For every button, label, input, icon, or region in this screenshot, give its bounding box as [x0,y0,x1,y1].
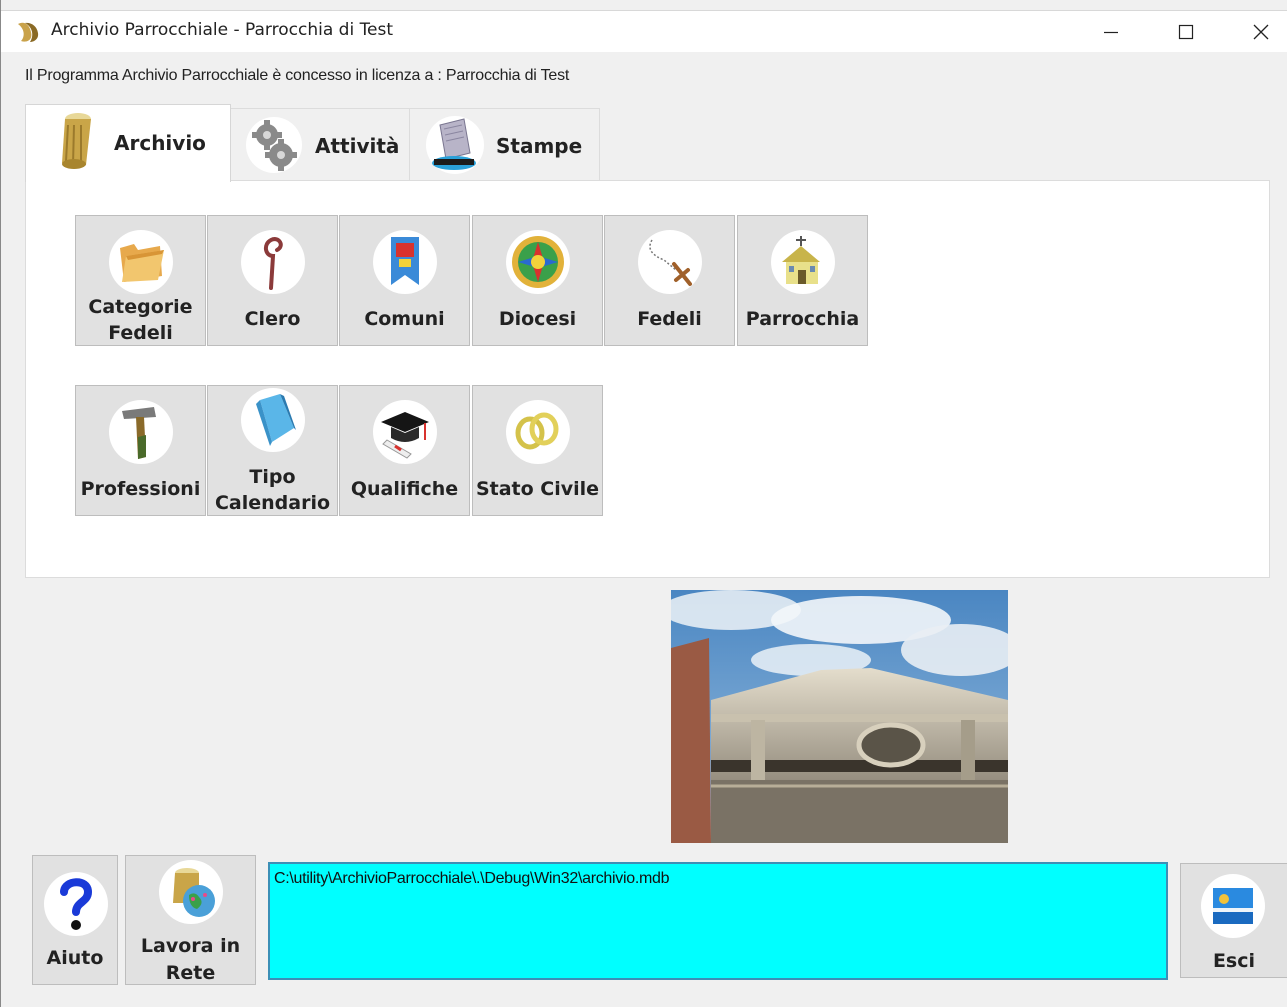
banner-icon [391,237,419,285]
title-bar: Archivio Parrocchiale - Parrocchia di Te… [1,10,1287,52]
tab-attivita[interactable]: Attività [230,108,410,180]
network-globe-icon [173,868,215,917]
tab-stampe[interactable]: Stampe [409,108,600,180]
tipo-calendario-label-1: Tipo [249,466,296,488]
church-facade-image [671,590,1008,843]
network-button[interactable]: Lavora in Rete [125,855,256,985]
minimize-icon [1104,31,1118,34]
exit-button[interactable]: Esci [1180,863,1287,978]
question-mark-icon [60,878,93,930]
wedding-rings-icon [515,412,559,450]
help-button[interactable]: Aiuto [32,855,118,985]
tab-attivita-label: Attività [315,134,400,158]
comuni-button[interactable]: Comuni [339,215,470,346]
close-button[interactable] [1231,11,1287,53]
church-icon [782,236,820,284]
rose-window-icon [512,236,564,288]
professioni-button[interactable]: Professioni [75,385,206,516]
crozier-icon [264,237,283,290]
minimize-button[interactable] [1081,11,1141,53]
comuni-label: Comuni [364,308,445,330]
maximize-button[interactable] [1156,11,1216,53]
tab-archivio-label: Archivio [114,131,206,155]
network-label-1: Lavora in [140,935,241,957]
database-path-field[interactable]: C:\utility\ArchivioParrocchiale\.\Debug\… [268,862,1168,980]
fedeli-label: Fedeli [637,308,702,330]
hammer-icon [122,407,156,459]
tipo-calendario-button[interactable]: Tipo Calendario [207,385,338,516]
help-label: Aiuto [46,947,104,969]
rosary-icon [649,239,692,286]
printer-icon [426,116,484,174]
fedeli-button[interactable]: Fedeli [604,215,735,346]
tab-archivio[interactable]: Archivio [25,104,231,182]
main-window: Archivio Parrocchiale - Parrocchia di Te… [0,0,1287,1007]
parrocchia-label: Parrocchia [745,308,860,330]
maximize-icon [1178,24,1194,40]
database-path-text: C:\utility\ArchivioParrocchiale\.\Debug\… [274,870,670,887]
tipo-calendario-label-2: Calendario [214,492,331,514]
stato-civile-label: Stato Civile [475,478,600,500]
scroll-icon [62,113,91,169]
gears-icon [246,117,302,173]
professioni-label: Professioni [80,478,201,500]
clero-label: Clero [244,308,301,330]
diocesi-button[interactable]: Diocesi [472,215,603,346]
graduation-cap-icon [381,412,429,459]
parrocchia-button[interactable]: Parrocchia [737,215,868,346]
window-title: Archivio Parrocchiale - Parrocchia di Te… [51,20,394,40]
exit-label: Esci [1212,950,1256,972]
categorie-fedeli-label-1: Categorie [88,296,193,318]
app-logo-icon [18,22,39,42]
close-icon [1253,24,1269,40]
categorie-fedeli-label-2: Fedeli [108,322,173,344]
tab-stampe-label: Stampe [496,134,583,158]
license-text: Il Programma Archivio Parrocchiale è con… [25,67,570,84]
categorie-fedeli-button[interactable]: Categorie Fedeli [75,215,206,346]
stato-civile-button[interactable]: Stato Civile [472,385,603,516]
clero-button[interactable]: Clero [207,215,338,346]
folder-icon [120,244,164,282]
network-label-2: Rete [165,962,216,984]
qualifiche-label: Qualifiche [350,478,459,500]
exit-landscape-icon [1213,888,1253,924]
diocesi-label: Diocesi [498,308,577,330]
calendar-book-icon [256,394,296,446]
archivio-tab-panel: Categorie Fedeli Clero Comuni Diocesi Fe… [25,180,1270,578]
qualifiche-button[interactable]: Qualifiche [339,385,470,516]
church-photo [671,590,1008,843]
